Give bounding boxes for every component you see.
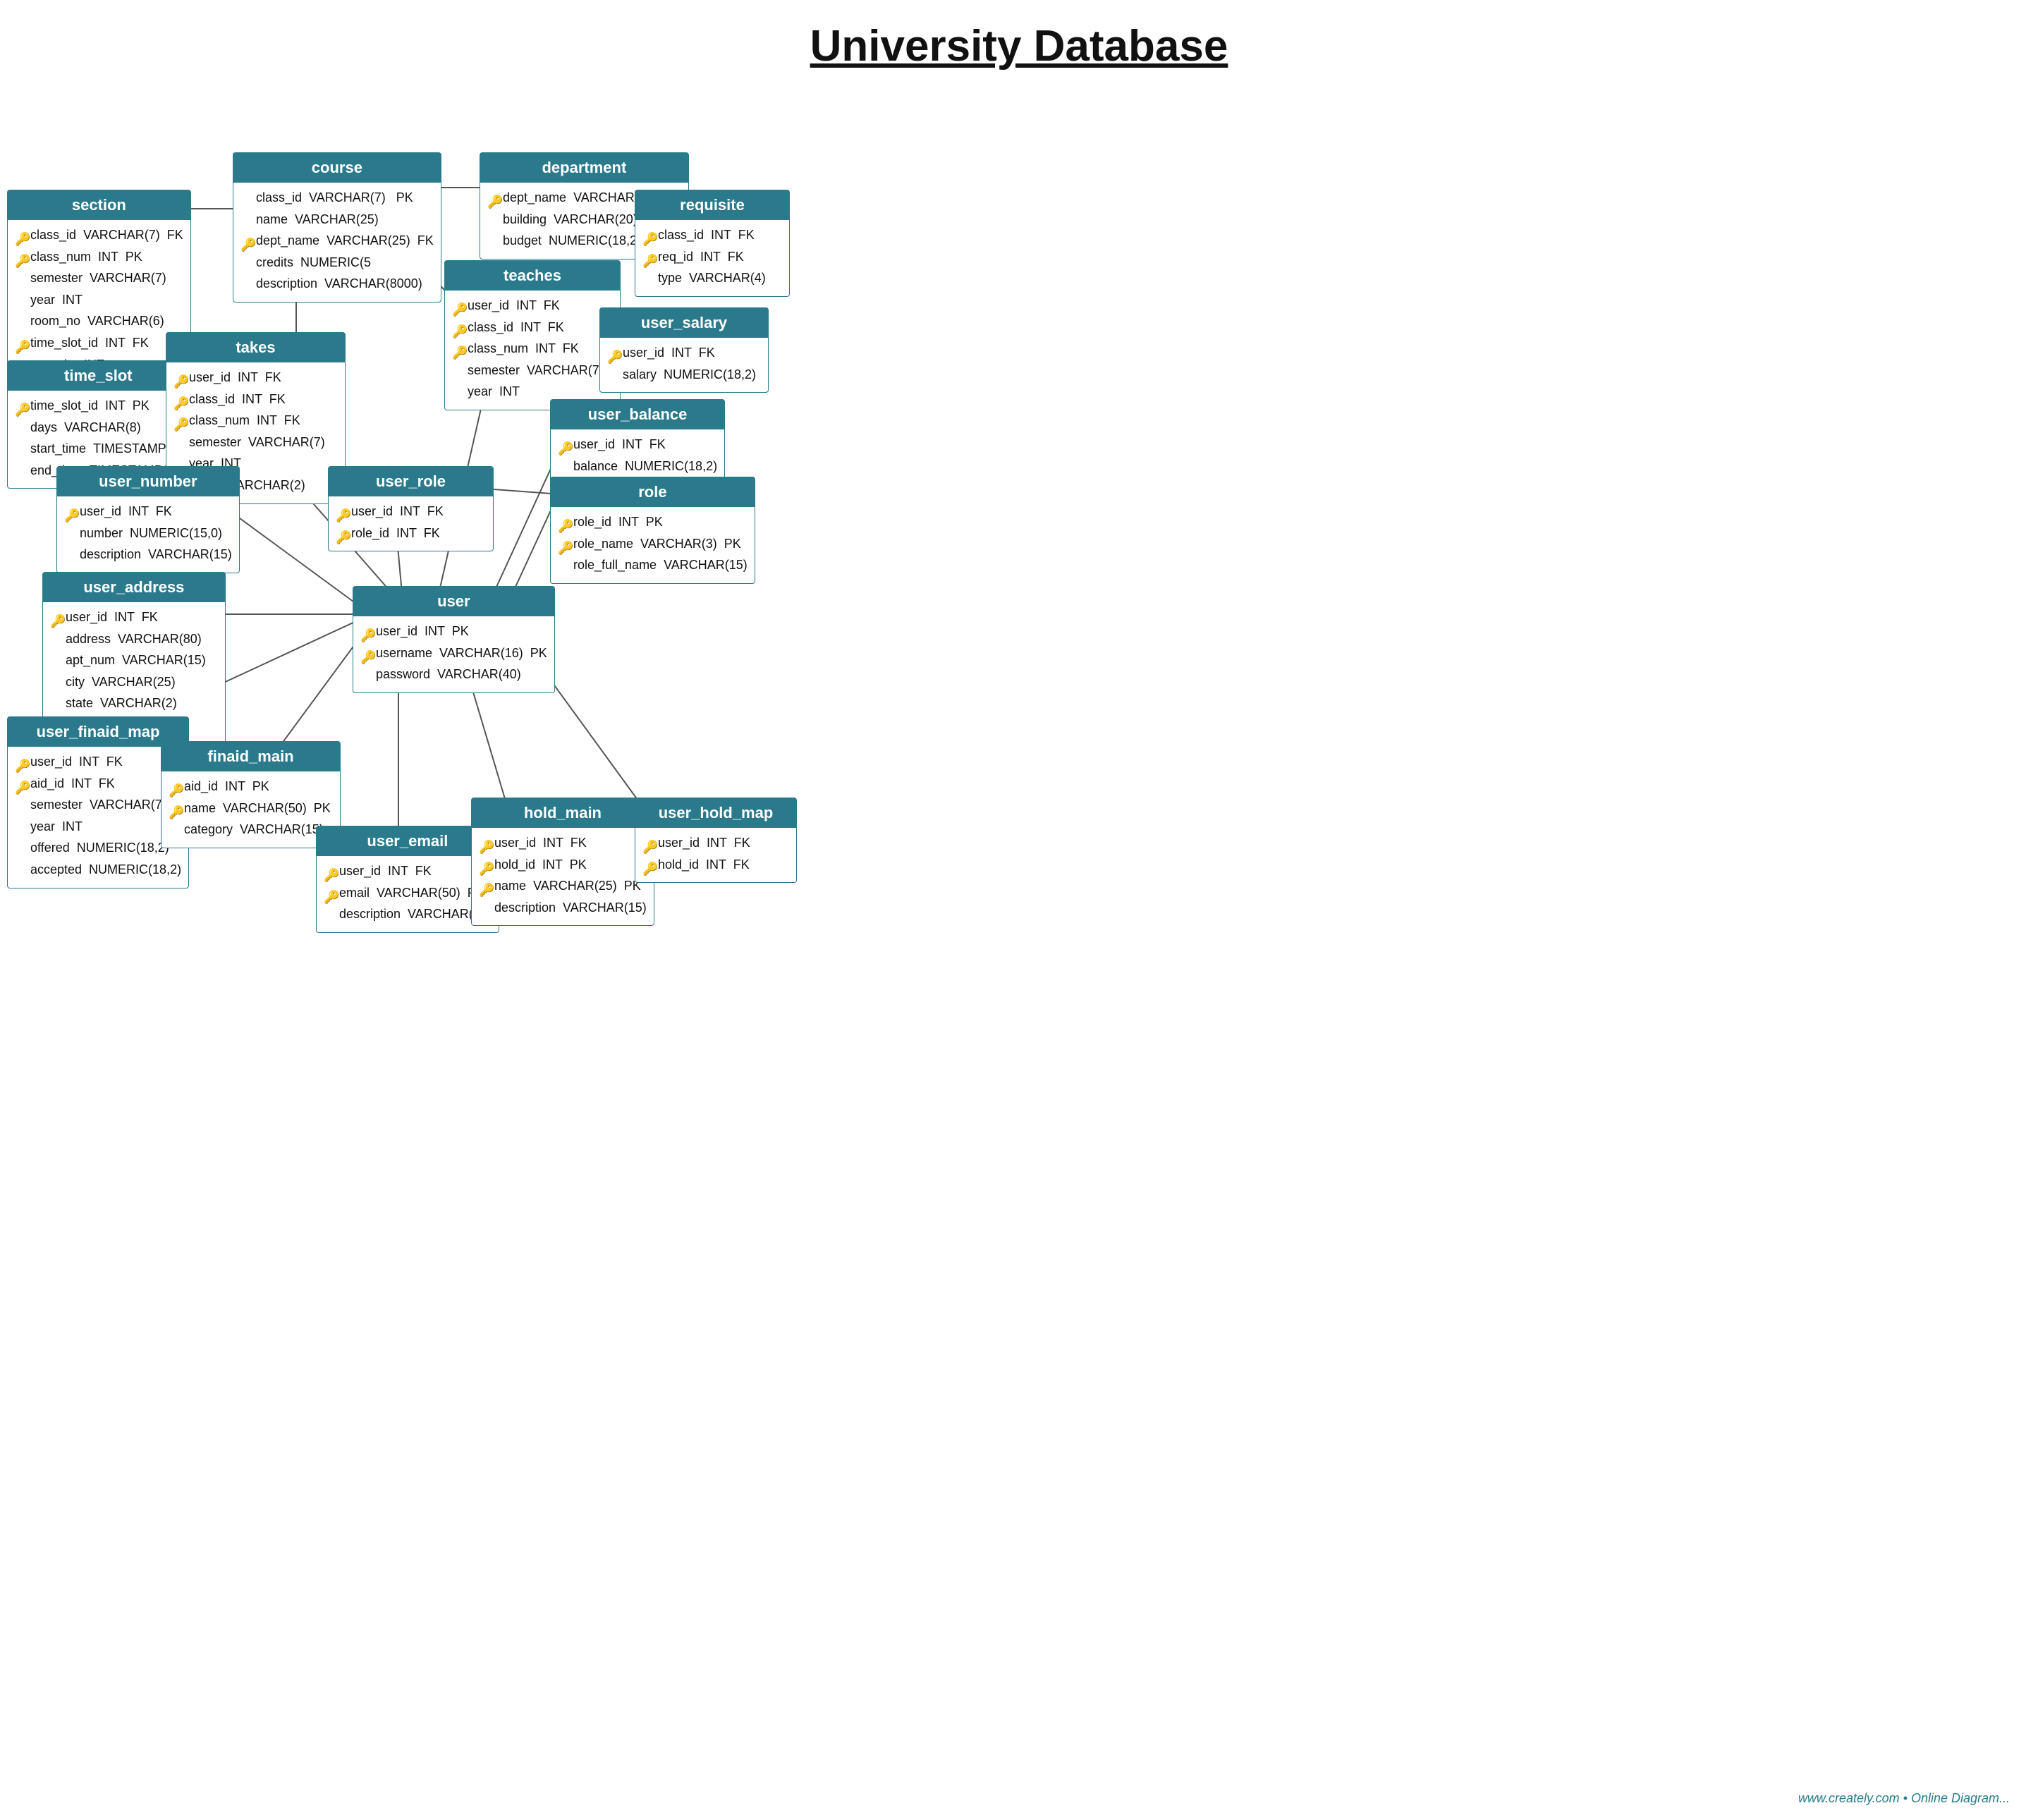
table-teaches-body: 🔑user_id INT FK 🔑class_id INT FK 🔑class_… xyxy=(445,291,620,410)
table-user-balance-body: 🔑user_id INT FK balance NUMERIC(18,2) xyxy=(551,429,724,484)
table-requisite-body: 🔑class_id INT FK 🔑req_id INT FK type VAR… xyxy=(635,220,789,296)
creately-logo: www.creately.com • Online Diagram... xyxy=(1798,1791,2010,1806)
table-teaches: teaches 🔑user_id INT FK 🔑class_id INT FK… xyxy=(444,260,621,410)
table-user-header: user xyxy=(353,587,554,616)
table-department-header: department xyxy=(480,153,688,183)
table-teaches-header: teaches xyxy=(445,261,620,291)
table-user-salary-header: user_salary xyxy=(600,308,768,338)
table-user-number: user_number 🔑user_id INT FK number NUMER… xyxy=(56,466,240,573)
table-requisite-header: requisite xyxy=(635,190,789,220)
table-user-role-body: 🔑user_id INT FK 🔑role_id INT FK xyxy=(329,496,493,551)
table-role-header: role xyxy=(551,477,755,507)
page-title: University Database xyxy=(0,0,2038,85)
table-course-header: course xyxy=(233,153,441,183)
table-finaid-main: finaid_main 🔑aid_id INT PK 🔑name VARCHAR… xyxy=(161,741,341,848)
table-user-role: user_role 🔑user_id INT FK 🔑role_id INT F… xyxy=(328,466,494,551)
table-user-hold-map-body: 🔑user_id INT FK 🔑hold_id INT FK xyxy=(635,828,796,882)
table-finaid-main-header: finaid_main xyxy=(161,742,340,771)
table-section-header: section xyxy=(8,190,190,220)
table-user-hold-map: user_hold_map 🔑user_id INT FK 🔑hold_id I… xyxy=(635,798,797,883)
table-user-balance: user_balance 🔑user_id INT FK balance NUM… xyxy=(550,399,725,484)
table-user-hold-map-header: user_hold_map xyxy=(635,798,796,828)
table-user-salary-body: 🔑user_id INT FK salary NUMERIC(18,2) xyxy=(600,338,768,392)
table-user-number-body: 🔑user_id INT FK number NUMERIC(15,0) des… xyxy=(57,496,239,573)
table-time-slot-header: time_slot xyxy=(8,361,189,391)
table-user-salary: user_salary 🔑user_id INT FK salary NUMER… xyxy=(599,307,769,393)
table-hold-main-body: 🔑user_id INT FK 🔑hold_id INT PK 🔑name VA… xyxy=(472,828,654,925)
table-hold-main-header: hold_main xyxy=(472,798,654,828)
table-hold-main: hold_main 🔑user_id INT FK 🔑hold_id INT P… xyxy=(471,798,654,926)
table-user-address-header: user_address xyxy=(43,573,225,602)
diagram-area: course class_id VARCHAR(7) PK name VARCH… xyxy=(0,85,2038,1820)
table-role-body: 🔑role_id INT PK 🔑role_name VARCHAR(3) PK… xyxy=(551,507,755,583)
table-user-number-header: user_number xyxy=(57,467,239,496)
table-requisite: requisite 🔑class_id INT FK 🔑req_id INT F… xyxy=(635,190,790,297)
table-user-body: 🔑user_id INT PK 🔑username VARCHAR(16) PK… xyxy=(353,616,554,692)
table-course: course class_id VARCHAR(7) PK name VARCH… xyxy=(233,152,441,303)
table-user-role-header: user_role xyxy=(329,467,493,496)
table-finaid-main-body: 🔑aid_id INT PK 🔑name VARCHAR(50) PK cate… xyxy=(161,771,340,848)
table-section: section 🔑class_id VARCHAR(7) FK 🔑class_n… xyxy=(7,190,191,383)
table-user-balance-header: user_balance xyxy=(551,400,724,429)
table-role: role 🔑role_id INT PK 🔑role_name VARCHAR(… xyxy=(550,477,755,584)
table-takes-header: takes xyxy=(166,333,345,362)
table-course-body: class_id VARCHAR(7) PK name VARCHAR(25) … xyxy=(233,183,441,302)
table-section-body: 🔑class_id VARCHAR(7) FK 🔑class_num INT P… xyxy=(8,220,190,382)
table-user: user 🔑user_id INT PK 🔑username VARCHAR(1… xyxy=(353,586,555,693)
